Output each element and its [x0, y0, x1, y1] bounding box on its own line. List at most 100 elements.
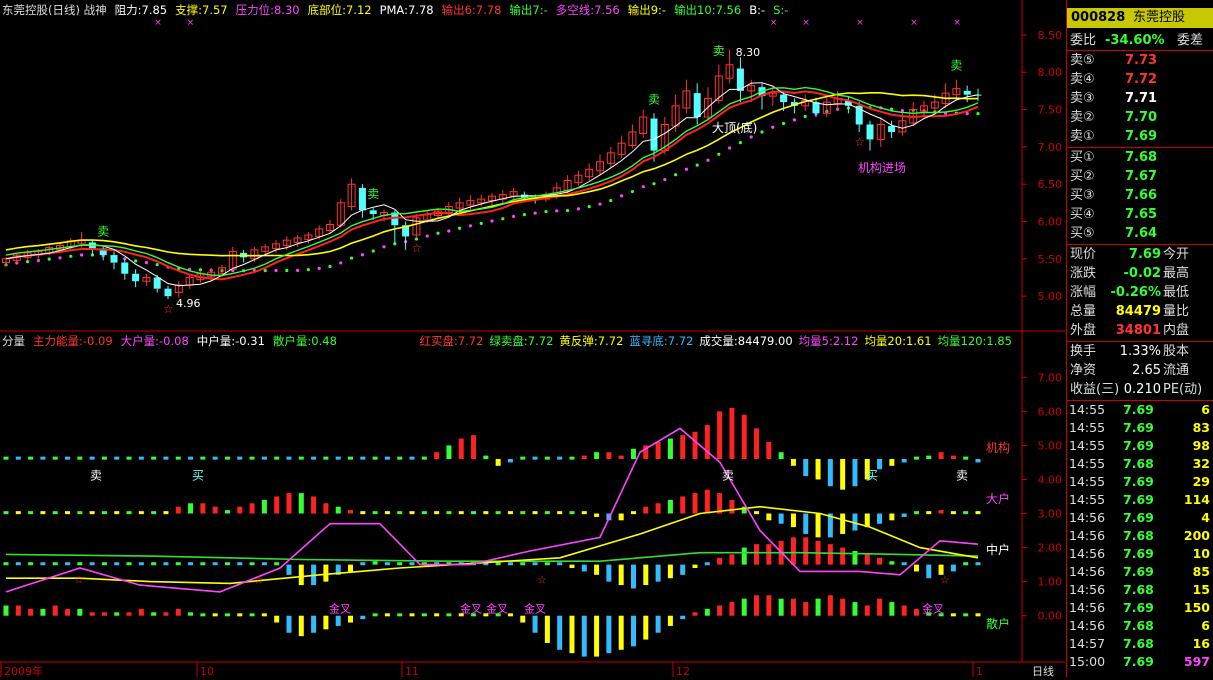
tier-volume-bar	[655, 441, 661, 460]
tier-volume-bar	[532, 562, 538, 566]
indicator-readout: 底部位:7.12	[308, 3, 372, 17]
tick-row[interactable]: 14:56 7.69 150	[1067, 599, 1213, 617]
tier-volume-bar	[163, 612, 169, 616]
quote-title-bar[interactable]: 000828 东莞控股	[1067, 8, 1213, 28]
tier-volume-bar	[126, 456, 132, 460]
tick-time: 14:55	[1069, 456, 1106, 471]
tick-row[interactable]: 14:56 7.69 10	[1067, 545, 1213, 563]
sell-signal-label: 卖	[90, 468, 102, 482]
tier-volume-bar	[348, 510, 354, 514]
tier-volume-bar	[877, 598, 883, 616]
fundamental-row: 净资 2.65 流通	[1067, 361, 1213, 380]
ask-level-row[interactable]: 卖① 7.69	[1067, 127, 1213, 146]
tick-row[interactable]: 14:56 7.69 85	[1067, 563, 1213, 581]
tier-volume-bar	[950, 455, 956, 460]
quote-panel: 000828 东莞控股 委比 -34.60% 委差 卖⑤ 7.73 卖④ 7.72 卖③…	[1066, 0, 1213, 677]
long-ma-dot	[609, 198, 613, 203]
tick-row[interactable]: 14:56 7.69 4	[1067, 509, 1213, 527]
bid-level-row[interactable]: 买⑤ 7.64	[1067, 224, 1213, 243]
tier-volume-bar	[643, 615, 649, 640]
tier-volume-bar	[532, 511, 538, 515]
tick-row[interactable]: 14:55 7.69 83	[1067, 419, 1213, 437]
tick-row[interactable]: 14:55 7.69 98	[1067, 437, 1213, 455]
tier-volume-bar	[532, 456, 538, 460]
tick-row[interactable]: 14:56 7.68 6	[1067, 617, 1213, 635]
tier-volume-bar	[28, 456, 34, 460]
tick-row[interactable]: 14:56 7.68 15	[1067, 581, 1213, 599]
tier-volume-bar	[963, 562, 969, 566]
bid-level-label: 买①	[1070, 150, 1095, 165]
fundamental-label-secondary: 股本	[1163, 344, 1190, 359]
indicator-readout: 输出9:-	[628, 3, 666, 17]
x-tick-label: 10	[200, 665, 214, 677]
tick-price: 7.69	[1123, 492, 1154, 507]
tier-volume-bar	[89, 612, 95, 616]
y-tick-label: 5.50	[1038, 253, 1063, 266]
quote-stat-row: 现价 7.69 今开	[1067, 245, 1213, 264]
tick-time: 14:57	[1069, 636, 1106, 651]
tier-volume-bar	[950, 613, 956, 617]
tick-row[interactable]: 14:55 7.69 114	[1067, 491, 1213, 509]
chart-area[interactable]: 东莞控股(日线) 战神 阻力:7.85 支撑:7.57 压力位:8.30 底部位:7.1…	[0, 0, 1065, 678]
tick-row[interactable]: 14:55 7.68 32	[1067, 455, 1213, 473]
tier-volume-bar	[520, 615, 526, 623]
tier-volume-bar	[200, 613, 206, 617]
ask-level-row[interactable]: 卖③ 7.71	[1067, 89, 1213, 108]
candle-body	[164, 288, 172, 297]
tier-volume-bar	[557, 456, 563, 460]
tier-volume-bar	[3, 511, 9, 515]
long-ma-dot	[80, 253, 84, 257]
buy-signal-star: ☆	[854, 135, 865, 149]
tick-row[interactable]: 15:00 7.69 597	[1067, 653, 1213, 671]
tick-time: 14:56	[1069, 510, 1106, 525]
tick-row[interactable]: 14:56 7.68 200	[1067, 527, 1213, 545]
bid-level-row[interactable]: 买② 7.67	[1067, 167, 1213, 186]
candle-body	[132, 273, 140, 282]
tick-price: 7.68	[1123, 528, 1154, 543]
tick-row[interactable]: 14:55 7.69 29	[1067, 473, 1213, 491]
tick-row[interactable]: 14:57 7.68 16	[1067, 635, 1213, 653]
ask-level-row[interactable]: 卖④ 7.72	[1067, 70, 1213, 89]
long-ma-dot	[717, 152, 721, 156]
bid-level-row[interactable]: 买④ 7.65	[1067, 205, 1213, 224]
bid-level-label: 买③	[1070, 188, 1095, 203]
long-ma-dot	[684, 167, 689, 171]
tick-row[interactable]: 14:55 7.69 6	[1067, 401, 1213, 419]
tier-volume-bar	[754, 428, 760, 460]
tier-volume-bar	[483, 511, 489, 515]
chart-svg[interactable]: 东莞控股(日线) 战神 阻力:7.85 支撑:7.57 压力位:8.30 底部位:7.1…	[0, 0, 1065, 678]
ask-price: 7.70	[1125, 110, 1158, 125]
volume-readout: 均量20:1.61	[864, 334, 931, 348]
tick-volume: 6	[1201, 402, 1210, 417]
golden-cross-label: 金叉	[524, 601, 546, 615]
bid-level-row[interactable]: 买③ 7.66	[1067, 186, 1213, 205]
cross-star-marker: ☆	[537, 573, 547, 586]
tier-volume-bar	[335, 506, 341, 514]
tier-volume-bar	[200, 456, 206, 460]
bid-level-row[interactable]: 买① 7.68	[1067, 148, 1213, 167]
tick-volume: 150	[1183, 600, 1210, 615]
tick-volume: 4	[1201, 510, 1210, 525]
bid-level-label: 买④	[1070, 207, 1095, 222]
tier-volume-bar	[926, 564, 932, 579]
candle-body	[358, 187, 366, 211]
tier-volume-bar	[15, 562, 21, 566]
tier-volume-bar	[261, 456, 267, 460]
long-ma-dot	[436, 231, 440, 235]
tier-volume-bar	[360, 511, 366, 515]
tier-volume-bar	[889, 561, 895, 565]
ask-level-row[interactable]: 卖② 7.70	[1067, 108, 1213, 127]
tier-volume-bar	[372, 613, 378, 617]
tier-volume-bar	[397, 511, 403, 515]
long-ma-dot	[587, 205, 591, 209]
sell-signal-marker: 卖	[367, 187, 379, 201]
long-ma-dot	[447, 229, 451, 233]
tier-volume-bar	[311, 456, 317, 460]
tier-volume-bar	[249, 613, 255, 617]
ask-level-row[interactable]: 卖⑤ 7.73	[1067, 51, 1213, 70]
tier-volume-bar	[606, 452, 612, 460]
tier-volume-bar	[557, 511, 563, 515]
tier-volume-bar	[40, 511, 46, 515]
tier-volume-bar	[237, 506, 243, 514]
tick-price: 7.68	[1123, 618, 1154, 633]
